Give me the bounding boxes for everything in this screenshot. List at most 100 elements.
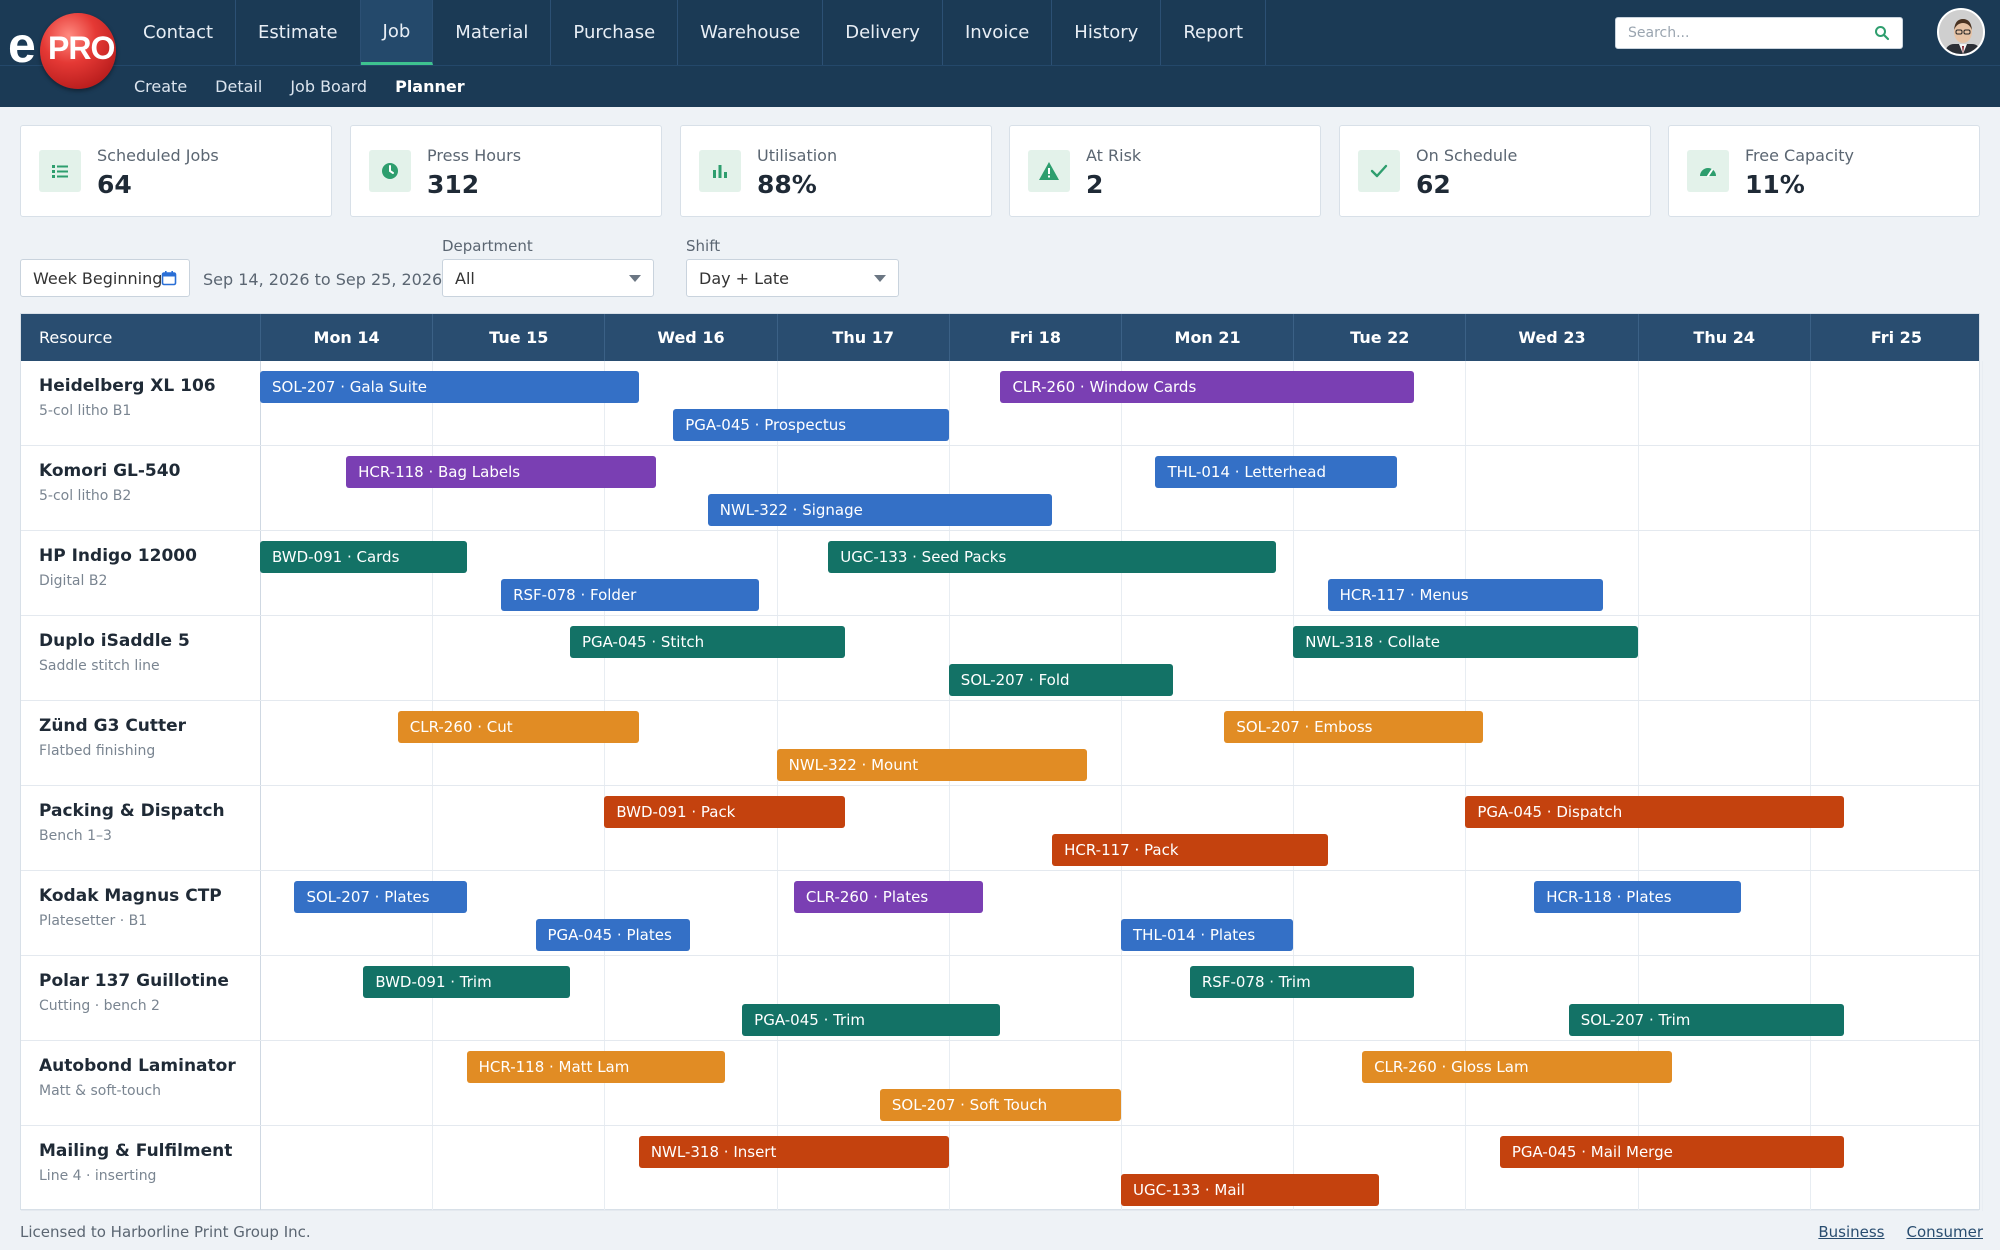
day-header: Fri 25: [1809, 314, 1982, 361]
nav-item-material[interactable]: Material: [433, 0, 552, 65]
resource-name[interactable]: Autobond Laminator: [39, 1056, 236, 1076]
job-bar[interactable]: CLR-260 · Cut: [397, 711, 639, 743]
bar-chart-icon: [699, 150, 741, 192]
job-bar[interactable]: CLR-260 · Window Cards: [1000, 371, 1414, 403]
logo-pro: PRO: [48, 30, 115, 66]
resource-row: Mailing & Fulfilment Line 4 · inserting NW…: [21, 1126, 1979, 1211]
kpi-label: Press Hours: [427, 146, 522, 165]
job-bar[interactable]: UGC-133 · Mail: [1121, 1174, 1380, 1206]
resource-column-header: Resource: [39, 328, 113, 347]
kpi-value: 2: [1086, 170, 1104, 199]
footer-link-business[interactable]: Business: [1818, 1223, 1884, 1241]
job-bar[interactable]: SOL-207 · Gala Suite: [260, 371, 639, 403]
kpi-value: 64: [97, 170, 132, 199]
resource-subtitle: Saddle stitch line: [39, 658, 160, 674]
kpi-value: 88%: [757, 170, 817, 199]
epro-logo[interactable]: e PRO: [6, 10, 118, 90]
job-bar[interactable]: NWL-318 · Collate: [1293, 626, 1638, 658]
job-bar[interactable]: CLR-260 · Plates: [793, 881, 984, 913]
job-bar[interactable]: PGA-045 · Trim: [742, 1004, 1001, 1036]
search-icon[interactable]: [1874, 25, 1890, 41]
nav-item-warehouse[interactable]: Warehouse: [678, 0, 824, 65]
kpi-label: Utilisation: [757, 146, 838, 165]
kpi-card-on-schedule: On Schedule 62: [1339, 125, 1651, 217]
logo-e: e: [8, 17, 36, 73]
nav-item-estimate[interactable]: Estimate: [236, 0, 361, 65]
nav-item-report[interactable]: Report: [1161, 0, 1267, 65]
search-input[interactable]: [1616, 18, 1856, 48]
resource-row: HP Indigo 12000 Digital B2 BWD-091 · Cards…: [21, 531, 1979, 616]
nav-item-job[interactable]: Job: [360, 0, 434, 65]
job-bar[interactable]: PGA-045 · Dispatch: [1465, 796, 1845, 828]
job-bar[interactable]: SOL-207 · Emboss: [1224, 711, 1483, 743]
job-bar[interactable]: HCR-117 · Menus: [1327, 579, 1604, 611]
resource-name[interactable]: HP Indigo 12000: [39, 546, 197, 566]
user-avatar[interactable]: [1937, 8, 1985, 56]
kpi-card-scheduled-jobs: Scheduled Jobs 64: [20, 125, 332, 217]
main-nav: Contact Estimate Job Material Purchase W…: [121, 0, 1267, 65]
resource-name[interactable]: Heidelberg XL 106: [39, 376, 216, 396]
resource-name[interactable]: Komori GL-540: [39, 461, 180, 481]
resource-row: Zünd G3 Cutter Flatbed finishing CLR-260 ·…: [21, 701, 1979, 786]
job-bar[interactable]: HCR-118 · Bag Labels: [346, 456, 657, 488]
job-bar[interactable]: PGA-045 · Plates: [535, 919, 691, 951]
job-bar[interactable]: PGA-045 · Mail Merge: [1499, 1136, 1845, 1168]
job-bar[interactable]: SOL-207 · Plates: [294, 881, 467, 913]
job-bar[interactable]: BWD-091 · Pack: [604, 796, 846, 828]
job-bar[interactable]: HCR-118 · Plates: [1534, 881, 1741, 913]
day-header: Tue 15: [432, 314, 604, 361]
resource-row: Heidelberg XL 106 5-col litho B1 SOL-207 ·…: [21, 361, 1979, 446]
nav-item-delivery[interactable]: Delivery: [823, 0, 943, 65]
kpi-label: Free Capacity: [1745, 146, 1854, 165]
job-bar[interactable]: THL-014 · Plates: [1121, 919, 1294, 951]
job-bar[interactable]: NWL-322 · Signage: [707, 494, 1053, 526]
job-bar[interactable]: THL-014 · Letterhead: [1155, 456, 1397, 488]
job-bar[interactable]: BWD-091 · Trim: [363, 966, 570, 998]
job-bar[interactable]: SOL-207 · Trim: [1568, 1004, 1845, 1036]
subnav-item-planner[interactable]: Planner: [381, 77, 479, 96]
search-box: [1615, 17, 1903, 49]
chevron-down-icon: [874, 275, 886, 282]
kpi-label: On Schedule: [1416, 146, 1518, 165]
job-bar[interactable]: SOL-207 · Fold: [948, 664, 1173, 696]
nav-item-purchase[interactable]: Purchase: [551, 0, 679, 65]
resource-name[interactable]: Kodak Magnus CTP: [39, 886, 222, 906]
resource-name[interactable]: Mailing & Fulfilment: [39, 1141, 232, 1161]
job-bar[interactable]: HCR-118 · Matt Lam: [466, 1051, 725, 1083]
kpi-label: At Risk: [1086, 146, 1142, 165]
footer-link-consumer[interactable]: Consumer: [1907, 1223, 1984, 1241]
subnav-item-job-board[interactable]: Job Board: [276, 77, 381, 96]
kpi-card-free-capacity: Free Capacity 11%: [1668, 125, 1980, 217]
shift-select[interactable]: Day + Late: [686, 259, 899, 297]
kpi-value: 11%: [1745, 170, 1805, 199]
week-beginning-button[interactable]: Week Beginning: [20, 259, 190, 297]
job-bar[interactable]: BWD-091 · Cards: [260, 541, 467, 573]
list-icon: [39, 150, 81, 192]
job-bar[interactable]: NWL-322 · Mount: [776, 749, 1087, 781]
subnav-item-detail[interactable]: Detail: [201, 77, 276, 96]
resource-name[interactable]: Duplo iSaddle 5: [39, 631, 190, 651]
job-bar[interactable]: UGC-133 · Seed Packs: [828, 541, 1276, 573]
job-bar[interactable]: CLR-260 · Gloss Lam: [1362, 1051, 1673, 1083]
chevron-down-icon: [629, 275, 641, 282]
planner-header: Resource Mon 14 Tue 15 Wed 16 Thu 17 Fri 18 M…: [21, 314, 1979, 361]
job-bar[interactable]: HCR-117 · Pack: [1052, 834, 1328, 866]
nav-item-invoice[interactable]: Invoice: [943, 0, 1053, 65]
job-bar[interactable]: NWL-318 · Insert: [638, 1136, 949, 1168]
resource-row: Polar 137 Guillotine Cutting · bench 2 BWD…: [21, 956, 1979, 1041]
job-bar[interactable]: RSF-078 · Folder: [501, 579, 760, 611]
department-label: Department: [442, 237, 533, 255]
resource-name[interactable]: Packing & Dispatch: [39, 801, 225, 821]
job-bar[interactable]: PGA-045 · Stitch: [569, 626, 846, 658]
resource-name[interactable]: Polar 137 Guillotine: [39, 971, 229, 991]
nav-item-contact[interactable]: Contact: [121, 0, 237, 65]
subnav-item-create[interactable]: Create: [120, 77, 201, 96]
resource-name[interactable]: Zünd G3 Cutter: [39, 716, 186, 736]
job-bar[interactable]: SOL-207 · Soft Touch: [879, 1089, 1121, 1121]
day-header: Tue 22: [1293, 314, 1465, 361]
job-bar[interactable]: RSF-078 · Trim: [1189, 966, 1414, 998]
nav-item-history[interactable]: History: [1052, 0, 1162, 65]
job-bar[interactable]: PGA-045 · Prospectus: [673, 409, 949, 441]
department-select[interactable]: All: [442, 259, 654, 297]
license-text: Licensed to Harborline Print Group Inc.: [20, 1223, 311, 1241]
